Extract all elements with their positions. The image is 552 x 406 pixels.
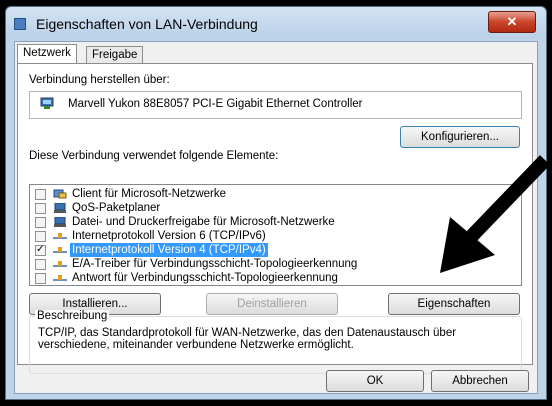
description-text: TCP/IP, das Standardprotokoll für WAN-Ne…	[38, 327, 457, 351]
properties-button[interactable]: Eigenschaften	[388, 293, 520, 315]
checkbox[interactable]	[35, 231, 46, 242]
cancel-button[interactable]: Abbrechen	[431, 370, 529, 392]
protocol-icon	[53, 233, 67, 239]
adapter-name: Marvell Yukon 88E8057 PCI-E Gigabit Ethe…	[68, 98, 363, 110]
network-service-icon	[54, 217, 66, 227]
list-item-label: Internetprotokoll Version 6 (TCP/IPv6)	[72, 230, 266, 242]
list-item-label: Datei- und Druckerfreigabe für Microsoft…	[72, 216, 335, 228]
list-item-label: Client für Microsoft-Netzwerke	[72, 188, 227, 200]
list-item-label: Internetprotokoll Version 4 (TCP/IPv4)	[70, 243, 268, 257]
checkbox[interactable]	[35, 217, 46, 228]
list-item-label: E/A-Treiber für Verbindungsschicht-Topol…	[72, 258, 358, 270]
title-bar[interactable]: Eigenschaften von LAN-Verbindung ✕	[6, 7, 546, 39]
description-group: Beschreibung TCP/IP, das Standardprotoko…	[29, 310, 522, 374]
checkbox[interactable]	[35, 203, 46, 214]
network-icon	[14, 18, 26, 30]
tab-freigabe[interactable]: Freigabe	[86, 46, 144, 64]
close-button[interactable]: ✕	[488, 11, 536, 33]
pointer-arrow-icon	[440, 155, 551, 273]
list-item-label: QoS-Paketplaner	[72, 202, 161, 214]
uninstall-button: Deinstallieren	[206, 293, 338, 315]
checkbox[interactable]	[35, 273, 46, 284]
configure-button[interactable]: Konfigurieren...	[400, 126, 520, 148]
checkbox[interactable]	[35, 259, 46, 270]
description-title: Beschreibung	[35, 310, 110, 322]
adapter-display: Marvell Yukon 88E8057 PCI-E Gigabit Ethe…	[29, 91, 522, 119]
network-service-icon	[54, 203, 66, 213]
window-title: Eigenschaften von LAN-Verbindung	[36, 16, 258, 32]
connect-via-label: Verbindung herstellen über:	[29, 74, 170, 86]
client-icon	[53, 189, 67, 199]
protocol-icon	[53, 247, 67, 253]
protocol-icon	[53, 275, 67, 281]
ok-button[interactable]: OK	[326, 370, 424, 392]
tab-netzwerk[interactable]: Netzwerk	[17, 44, 77, 63]
protocol-icon	[53, 261, 67, 267]
checkbox-checked[interactable]	[35, 243, 46, 257]
checkbox[interactable]	[35, 189, 46, 200]
network-adapter-icon	[40, 97, 54, 109]
elements-label: Diese Verbindung verwendet folgende Elem…	[29, 150, 279, 162]
list-item-label: Antwort für Verbindungsschicht-Topologie…	[72, 272, 338, 284]
